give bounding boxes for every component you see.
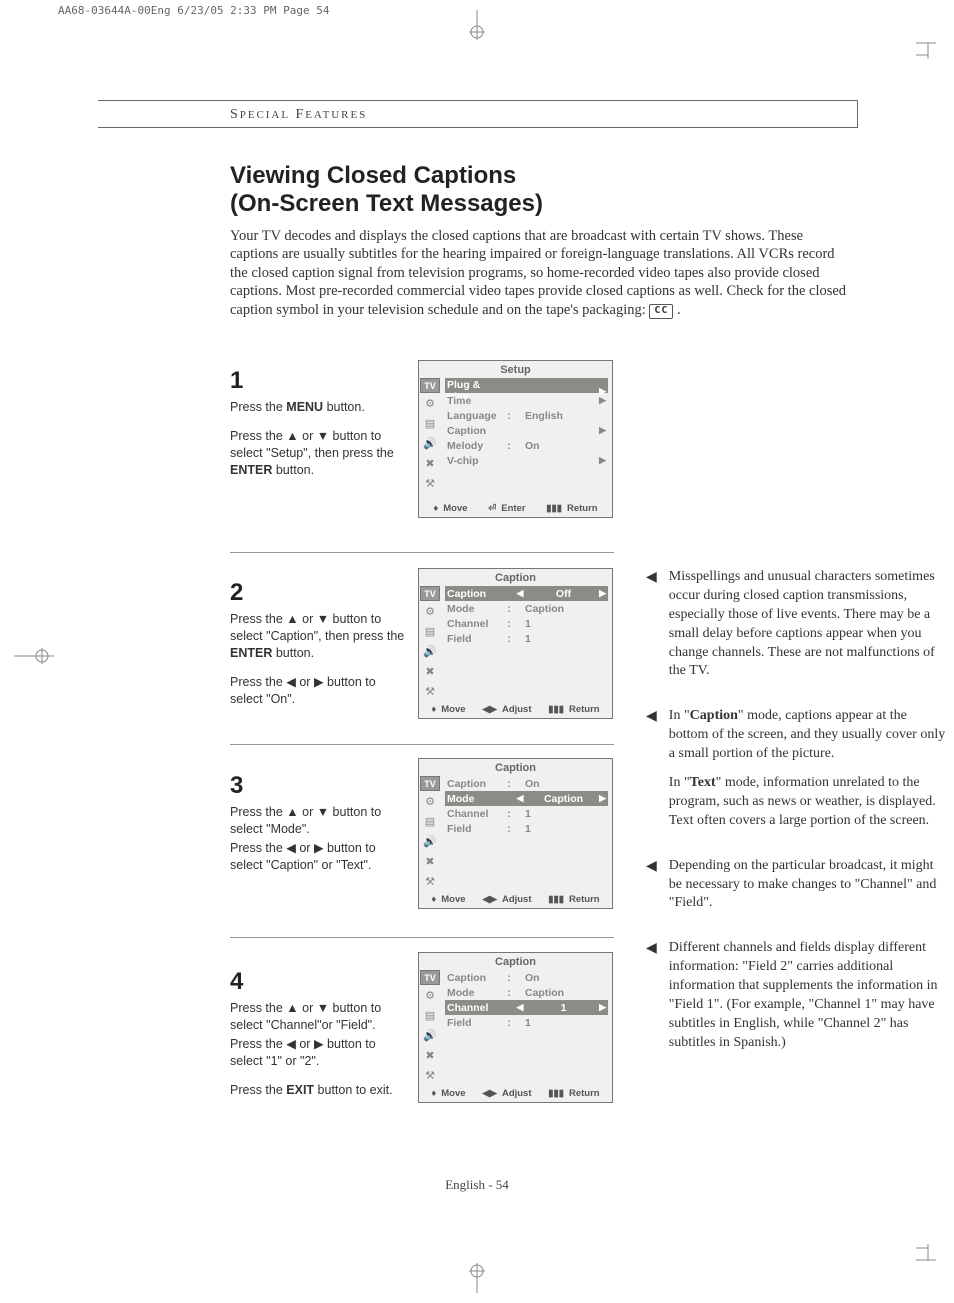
osd-tab-icon: ⚒ (420, 681, 440, 701)
osd-row: Caption:On (445, 970, 608, 985)
crop-corner-br (916, 1244, 944, 1264)
step-number: 4 (230, 966, 410, 998)
osd-tab-icon: ▤ (420, 621, 440, 641)
step-4: 4 Press the ▲ or ▼ button to select "Cha… (230, 966, 410, 1099)
page-content: SPECIAL FEATURES Viewing Closed Captions… (100, 100, 890, 319)
cc-symbol-icon: CC (649, 304, 673, 319)
osd-tab-icon: TV (420, 776, 440, 791)
osd-side-tabs: TV⚙▤🔊✖⚒ (419, 970, 441, 1085)
osd-row: Caption:On (445, 776, 608, 791)
note-arrow-icon: ◀ (646, 568, 657, 681)
osd-row: Channel:1 (445, 806, 608, 821)
osd-rows: Caption:OnMode◀Caption▶Channel:1Field:1 (441, 776, 612, 891)
osd-tab-icon: TV (420, 378, 440, 393)
crop-mark-top (467, 10, 487, 40)
osd-tab-icon: ▤ (420, 811, 440, 831)
note-4: ◀ Different channels and fields display … (646, 939, 946, 1052)
osd-side-tabs: TV⚙▤🔊✖⚒ (419, 776, 441, 891)
osd-screenshot-1: SetupTV⚙▤🔊✖⚒Plug & Play▶Time▶Language:En… (418, 360, 613, 518)
osd-footer: ♦Move⏎Enter▮▮▮Return (419, 500, 612, 517)
step-number: 2 (230, 577, 410, 609)
crop-mark-left (14, 646, 54, 666)
osd-tab-icon: 🔊 (420, 433, 440, 453)
osd-row: Plug & Play▶ (445, 378, 608, 393)
osd-tab-icon: ⚙ (420, 601, 440, 621)
osd-row: Channel:1 (445, 616, 608, 631)
osd-footer: ♦Move◀▶Adjust▮▮▮Return (419, 701, 612, 718)
side-notes: ◀ Misspellings and unusual characters so… (646, 568, 946, 1079)
step-3: 3 Press the ▲ or ▼ button to select "Mod… (230, 770, 410, 874)
osd-row: Mode:Caption (445, 985, 608, 1000)
osd-panel: CaptionTV⚙▤🔊✖⚒Caption:OnMode◀Caption▶Cha… (418, 758, 613, 909)
print-job-header: AA68-03644A-00Eng 6/23/05 2:33 PM Page 5… (58, 4, 330, 17)
osd-row: Channel◀1▶ (445, 1000, 608, 1015)
note-3: ◀ Depending on the particular broadcast,… (646, 857, 946, 914)
note-1: ◀ Misspellings and unusual characters so… (646, 568, 946, 681)
page-footer: English - 54 (0, 1177, 954, 1193)
step-number: 1 (230, 365, 410, 397)
osd-title: Caption (419, 759, 612, 776)
intro-paragraph: Your TV decodes and displays the closed … (230, 227, 850, 320)
section-header-bar: SPECIAL FEATURES (98, 100, 858, 128)
osd-tab-icon: TV (420, 586, 440, 601)
osd-tab-icon: 🔊 (420, 641, 440, 661)
osd-panel: CaptionTV⚙▤🔊✖⚒Caption◀Off▶Mode:CaptionCh… (418, 568, 613, 719)
osd-tab-icon: ✖ (420, 661, 440, 681)
osd-screenshot-3: CaptionTV⚙▤🔊✖⚒Caption:OnMode◀Caption▶Cha… (418, 758, 613, 909)
osd-tab-icon: ▤ (420, 1005, 440, 1025)
osd-title: Setup (419, 361, 612, 378)
osd-tab-icon: TV (420, 970, 440, 985)
osd-row: Field:1 (445, 1015, 608, 1030)
osd-row: Field:1 (445, 821, 608, 836)
osd-row: Caption◀Off▶ (445, 586, 608, 601)
osd-row: Time▶ (445, 393, 608, 408)
step-2: 2 Press the ▲ or ▼ button to select "Cap… (230, 577, 410, 708)
osd-tab-icon: ⚒ (420, 473, 440, 493)
section-header-text: SPECIAL FEATURES (230, 107, 367, 122)
osd-tab-icon: ✖ (420, 851, 440, 871)
osd-title: Caption (419, 953, 612, 970)
osd-tab-icon: ⚒ (420, 1065, 440, 1085)
osd-footer: ♦Move◀▶Adjust▮▮▮Return (419, 891, 612, 908)
step-divider (230, 937, 614, 938)
note-arrow-icon: ◀ (646, 707, 657, 830)
osd-tab-icon: ⚙ (420, 791, 440, 811)
osd-panel: SetupTV⚙▤🔊✖⚒Plug & Play▶Time▶Language:En… (418, 360, 613, 518)
osd-title: Caption (419, 569, 612, 586)
step-1: 1 Press the MENU button. Press the ▲ or … (230, 365, 410, 479)
osd-row: Field:1 (445, 631, 608, 646)
osd-row: Mode◀Caption▶ (445, 791, 608, 806)
osd-row: Mode:Caption (445, 601, 608, 616)
step-divider (230, 744, 614, 745)
osd-screenshot-2: CaptionTV⚙▤🔊✖⚒Caption◀Off▶Mode:CaptionCh… (418, 568, 613, 719)
osd-row: V-chip▶ (445, 453, 608, 468)
osd-tab-icon: 🔊 (420, 831, 440, 851)
osd-panel: CaptionTV⚙▤🔊✖⚒Caption:OnMode:CaptionChan… (418, 952, 613, 1103)
osd-side-tabs: TV⚙▤🔊✖⚒ (419, 378, 441, 500)
osd-tab-icon: 🔊 (420, 1025, 440, 1045)
osd-rows: Caption:OnMode:CaptionChannel◀1▶Field:1 (441, 970, 612, 1085)
note-2: ◀ In "Caption" mode, captions appear at … (646, 707, 946, 830)
osd-side-tabs: TV⚙▤🔊✖⚒ (419, 586, 441, 701)
osd-tab-icon: ✖ (420, 1045, 440, 1065)
osd-screenshot-4: CaptionTV⚙▤🔊✖⚒Caption:OnMode:CaptionChan… (418, 952, 613, 1103)
step-number: 3 (230, 770, 410, 802)
page-title: Viewing Closed Captions (On-Screen Text … (230, 162, 890, 219)
crop-mark-bottom (467, 1263, 487, 1293)
note-arrow-icon: ◀ (646, 939, 657, 1052)
osd-footer: ♦Move◀▶Adjust▮▮▮Return (419, 1085, 612, 1102)
osd-tab-icon: ⚒ (420, 871, 440, 891)
osd-row: Melody:On (445, 438, 608, 453)
osd-tab-icon: ⚙ (420, 393, 440, 413)
note-arrow-icon: ◀ (646, 857, 657, 914)
osd-row: Caption▶ (445, 423, 608, 438)
osd-rows: Caption◀Off▶Mode:CaptionChannel:1Field:1 (441, 586, 612, 701)
crop-corner-tr (916, 39, 944, 59)
osd-row: Language:English (445, 408, 608, 423)
osd-rows: Plug & Play▶Time▶Language:EnglishCaption… (441, 378, 612, 500)
step-divider (230, 552, 614, 553)
osd-tab-icon: ✖ (420, 453, 440, 473)
osd-tab-icon: ▤ (420, 413, 440, 433)
osd-tab-icon: ⚙ (420, 985, 440, 1005)
